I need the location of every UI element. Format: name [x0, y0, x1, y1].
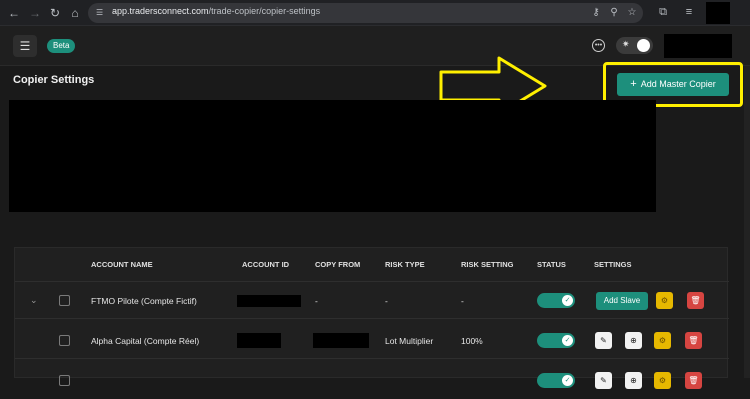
home-icon[interactable]: ⌂ [67, 5, 83, 21]
row-checkbox[interactable] [59, 335, 70, 346]
sun-icon: ✷ [622, 39, 630, 49]
reading-list-icon[interactable]: ≡ [682, 5, 696, 19]
header-account-id: ACCOUNT ID [242, 260, 290, 269]
forward-icon[interactable]: → [27, 5, 43, 21]
edit-pencil-icon[interactable]: ✎ [595, 332, 612, 349]
delete-trash-icon[interactable]: 🗑 [685, 372, 702, 389]
status-toggle[interactable]: ✓ [537, 373, 575, 388]
row-checkbox[interactable] [59, 295, 70, 306]
account-id-redacted [237, 295, 301, 307]
redacted-panel [9, 100, 656, 212]
header-account-name: ACCOUNT NAME [91, 260, 153, 269]
extensions-icon[interactable]: ⧉ [656, 5, 670, 19]
reload-icon[interactable]: ↻ [47, 5, 63, 21]
settings-gear-icon[interactable]: ⚙ [656, 292, 673, 309]
risk-type: - [385, 296, 388, 306]
theme-toggle[interactable]: ✷ [616, 37, 653, 54]
check-icon: ✓ [562, 375, 573, 386]
bookmark-star-icon[interactable]: ☆ [626, 7, 638, 19]
risk-type: Lot Multiplier [385, 336, 434, 346]
address-bar[interactable]: ☰ app.tradersconnect.com/trade-copier/co… [88, 3, 643, 23]
table-row: ✓ ✎ ⊕ ⚙ 🗑 [15, 363, 729, 399]
check-icon: ✓ [562, 335, 573, 346]
site-settings-icon[interactable]: ☰ [96, 8, 106, 18]
status-toggle[interactable]: ✓ [537, 333, 575, 348]
header-risk-setting: RISK SETTING [461, 260, 514, 269]
page-scrollbar[interactable] [744, 66, 750, 378]
zoom-icon[interactable]: ⚲ [608, 7, 620, 19]
chat-help-icon[interactable]: ••• [592, 39, 605, 52]
delete-trash-icon[interactable]: 🗑 [685, 332, 702, 349]
chevron-down-icon[interactable]: ⌄ [30, 295, 38, 306]
table-header: ACCOUNT NAME ACCOUNT ID COPY FROM RISK T… [15, 248, 729, 282]
row-checkbox[interactable] [59, 375, 70, 386]
plus-icon: + [630, 78, 637, 90]
add-circle-icon[interactable]: ⊕ [625, 372, 642, 389]
edit-pencil-icon[interactable]: ✎ [595, 372, 612, 389]
beta-badge: Beta [47, 39, 76, 53]
user-menu-redacted[interactable] [664, 34, 732, 58]
account-name: Alpha Capital (Compte Réel) [91, 336, 200, 346]
check-icon: ✓ [562, 295, 573, 306]
header-status: STATUS [537, 260, 566, 269]
status-toggle[interactable]: ✓ [537, 293, 575, 308]
sidebar-toggle-icon[interactable]: ☰ [13, 35, 37, 57]
risk-setting: 100% [461, 336, 483, 346]
key-icon[interactable]: ⚷ [590, 7, 602, 19]
table-row: ⌄ FTMO Pilote (Compte Fictif) - - - ✓ Ad… [15, 283, 729, 319]
table-row: Alpha Capital (Compte Réel) Lot Multipli… [15, 323, 729, 359]
browser-toolbar: ← → ↻ ⌂ ☰ app.tradersconnect.com/trade-c… [0, 0, 750, 26]
copy-from: - [315, 296, 318, 306]
delete-trash-icon[interactable]: 🗑 [687, 292, 704, 309]
profile-avatar-redacted[interactable] [706, 2, 730, 24]
risk-setting: - [461, 296, 464, 306]
account-id-redacted [237, 333, 281, 348]
toggle-knob [637, 39, 650, 52]
add-master-copier-button[interactable]: + Add Master Copier [617, 73, 729, 96]
header-copy-from: COPY FROM [315, 260, 361, 269]
copier-table: ACCOUNT NAME ACCOUNT ID COPY FROM RISK T… [14, 247, 729, 389]
account-name: FTMO Pilote (Compte Fictif) [91, 296, 197, 306]
settings-gear-icon[interactable]: ⚙ [654, 372, 671, 389]
header-risk-type: RISK TYPE [385, 260, 425, 269]
app-header: ☰ Beta ••• ✷ [0, 26, 750, 66]
add-slave-button[interactable]: Add Slave [596, 292, 648, 310]
page-title: Copier Settings [13, 74, 95, 86]
settings-gear-icon[interactable]: ⚙ [654, 332, 671, 349]
add-circle-icon[interactable]: ⊕ [625, 332, 642, 349]
header-settings: SETTINGS [594, 260, 632, 269]
back-icon[interactable]: ← [6, 5, 22, 21]
copy-from-redacted [313, 333, 369, 348]
url-text: app.tradersconnect.com/trade-copier/copi… [112, 6, 321, 16]
